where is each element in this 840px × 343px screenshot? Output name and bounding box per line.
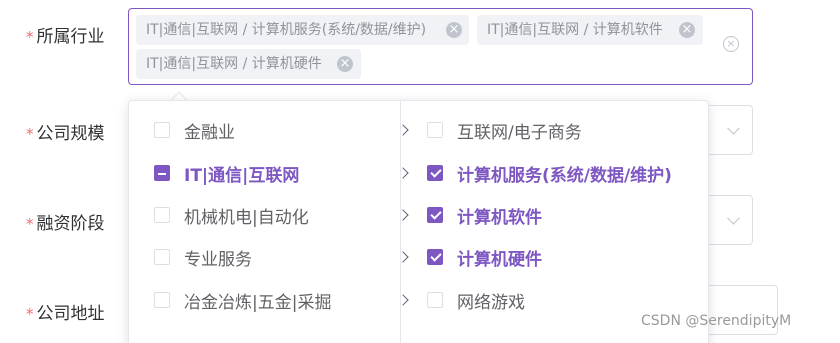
company-address-label: * 公司地址 [26, 299, 105, 324]
tag-close-icon[interactable]: × [446, 22, 462, 38]
cascader-option-machinery[interactable]: 机械机电|自动化 [154, 194, 414, 236]
chevron-right-icon [397, 251, 409, 263]
selected-tag-label: IT|通信|互联网 / 计算机硬件 [146, 56, 322, 72]
industry-cascader-panel: 金融业 IT|通信|互联网 机械机电|自动化 专业服务 冶金冶炼|五金|采掘 互… [128, 100, 709, 343]
checkbox[interactable] [154, 292, 170, 308]
checkbox[interactable] [427, 165, 443, 181]
checkbox[interactable] [427, 207, 443, 223]
selected-tag: IT|通信|互联网 / 计算机硬件 × [136, 49, 361, 79]
checkbox[interactable] [427, 249, 443, 265]
company-size-label: * 公司规模 [26, 119, 105, 144]
funding-stage-label: * 融资阶段 [26, 209, 105, 234]
cascader-option-computer-hardware[interactable]: 计算机硬件 [427, 236, 542, 278]
checkbox[interactable] [427, 122, 443, 138]
checkbox[interactable] [154, 249, 170, 265]
option-label: 计算机软件 [457, 207, 542, 228]
chevron-down-icon [727, 211, 740, 225]
cascader-option-it-telecom-internet[interactable]: IT|通信|互联网 [154, 152, 414, 194]
selected-tag-label: IT|通信|互联网 / 计算机服务(系统/数据/维护) [146, 22, 427, 38]
option-label: 互联网/电子商务 [457, 122, 582, 143]
chevron-down-icon [727, 121, 740, 135]
option-label: 金融业 [184, 122, 235, 143]
selected-tag: IT|通信|互联网 / 计算机软件 × [477, 15, 703, 45]
selected-tag: IT|通信|互联网 / 计算机服务(系统/数据/维护) × [136, 15, 469, 45]
option-label: 机械机电|自动化 [184, 207, 309, 228]
clear-icon[interactable]: × [723, 36, 739, 52]
option-label: IT|通信|互联网 [184, 165, 300, 186]
option-label: 计算机硬件 [457, 249, 542, 270]
cascader-option-professional-services[interactable]: 专业服务 [154, 236, 414, 278]
chevron-right-icon [397, 294, 409, 306]
option-label: 计算机服务(系统/数据/维护) [457, 165, 672, 186]
chevron-right-icon [397, 167, 409, 179]
watermark: CSDN @SerendipityM [641, 313, 792, 329]
checkbox[interactable] [154, 165, 170, 181]
checkbox[interactable] [427, 292, 443, 308]
checkbox[interactable] [154, 122, 170, 138]
required-mark: * [26, 305, 34, 323]
option-label: 专业服务 [184, 249, 252, 270]
cascader-option-online-games[interactable]: 网络游戏 [427, 279, 525, 321]
industry-label: * 所属行业 [26, 22, 105, 47]
required-mark: * [26, 215, 34, 233]
cascader-option-internet-ecommerce[interactable]: 互联网/电子商务 [427, 109, 582, 151]
option-label: 冶金冶炼|五金|采掘 [184, 292, 332, 313]
chevron-right-icon [397, 124, 409, 136]
required-mark: * [26, 125, 34, 143]
chevron-right-icon [397, 209, 409, 221]
tag-close-icon[interactable]: × [337, 56, 353, 72]
industry-multi-select[interactable]: IT|通信|互联网 / 计算机服务(系统/数据/维护) × IT|通信|互联网 … [128, 8, 753, 85]
cascader-option-computer-services[interactable]: 计算机服务(系统/数据/维护) [427, 152, 672, 194]
tag-close-icon[interactable]: × [679, 22, 695, 38]
required-mark: * [26, 28, 34, 46]
checkbox[interactable] [154, 207, 170, 223]
industry-label-text: 所属行业 [36, 27, 105, 47]
cascader-option-finance[interactable]: 金融业 [154, 109, 414, 151]
cascader-option-metallurgy[interactable]: 冶金冶炼|五金|采掘 [154, 279, 414, 321]
cascader-option-computer-software[interactable]: 计算机软件 [427, 194, 542, 236]
funding-stage-label-text: 融资阶段 [36, 214, 105, 234]
option-label: 网络游戏 [457, 292, 525, 313]
selected-tag-label: IT|通信|互联网 / 计算机软件 [487, 22, 663, 38]
company-size-label-text: 公司规模 [36, 124, 105, 144]
company-address-label-text: 公司地址 [36, 304, 105, 324]
